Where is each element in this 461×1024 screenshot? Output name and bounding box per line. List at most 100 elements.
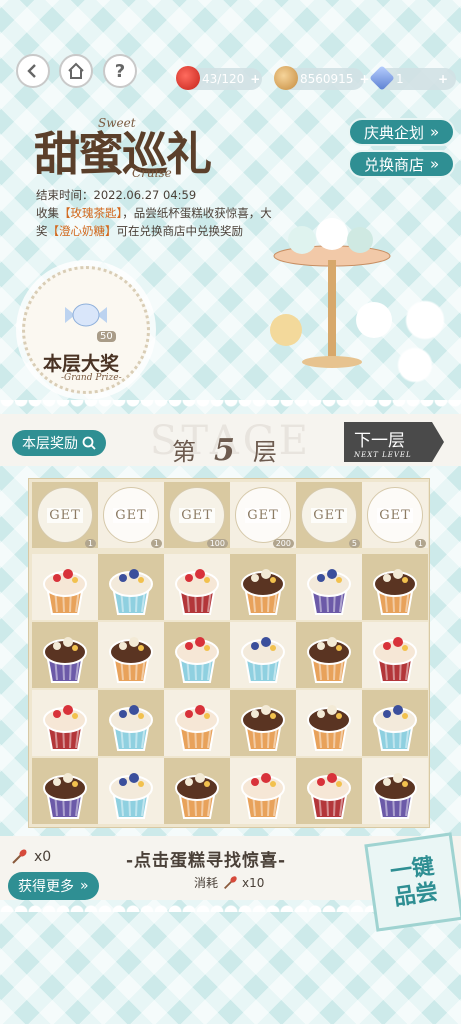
cupcake-strawberry-icon [373,637,417,683]
cupcake-blueberry-icon [109,569,153,615]
cupcake-cell[interactable] [98,758,164,824]
cupcake-chocolate-icon [307,705,351,751]
cupcake-strawberry-icon [175,569,219,615]
spoon-count: x0 [34,849,52,865]
one-click-taste-button[interactable]: 一键 品尝 [364,832,461,932]
next-level-label: 下一层 [354,431,405,451]
exchange-shop-button[interactable]: 兑换商店 » [348,150,456,178]
next-level-sub: NEXT LEVEL [354,451,412,459]
cupcake-strawberry-icon [175,637,219,683]
double-chevron-icon: » [80,878,89,894]
lace-border-top [0,400,461,414]
cupcake-cell[interactable] [32,622,98,688]
home-button[interactable] [59,54,93,88]
cupcake-cell[interactable] [362,690,428,756]
cupcake-cell[interactable] [296,554,362,620]
cupcake-cell[interactable] [296,690,362,756]
rose-spoon-highlight: 【玫瑰茶匙】 [59,206,123,220]
cupcake-cell[interactable] [164,690,230,756]
reward-cell: GET 5 [296,482,362,548]
crystal-icon [369,65,395,91]
cupcake-blueberry-icon [241,637,285,683]
apple-value: 43/120 [202,72,245,86]
stage-rewards-button[interactable]: 本层奖励 [12,430,106,456]
grand-prize-count: 50 [97,331,116,342]
cupcake-chocolate-icon [373,569,417,615]
cupcake-chocolate-icon [175,773,219,819]
double-chevron-icon: » [430,123,440,141]
cupcake-cell[interactable] [296,622,362,688]
stage-indicator: 第 5 层 [172,432,277,468]
cupcake-cell[interactable] [98,690,164,756]
cupcake-strawberry-icon [307,773,351,819]
cupcake-chocolate-icon [373,773,417,819]
cupcake-blueberry-icon [109,773,153,819]
back-arrow-icon [27,64,36,78]
reward-cell: GET 1 [32,482,98,548]
resource-apple[interactable]: 43/120 + [176,66,262,90]
cake-stand-illustration [270,218,392,368]
reward-bottle-blue-icon: GET [103,487,159,543]
cupcake-blueberry-icon [307,569,351,615]
celebration-button[interactable]: 庆典企划 » [348,118,456,146]
candy-highlight: 【澄心奶糖】 [47,224,117,238]
cupcake-cell[interactable] [98,554,164,620]
get-more-button[interactable]: 获得更多 » [8,872,99,900]
title-script-bottom: Cruise [132,166,172,180]
get-label: GET [245,507,281,523]
cupcake-cell[interactable] [164,554,230,620]
cupcake-cell[interactable] [230,690,296,756]
cupcake-chocolate-icon [109,637,153,683]
resource-coin[interactable]: 8560915 + [274,66,370,90]
get-more-label: 获得更多 [18,879,74,895]
reward-count: 1 [414,539,426,548]
end-time: 结束时间：2022.06.27 04:59 [36,188,197,202]
cupcake-cell[interactable] [32,758,98,824]
cupcake-chocolate-icon [43,773,87,819]
cupcake-cell[interactable] [98,622,164,688]
cupcake-chocolate-icon [241,569,285,615]
cupcake-cell[interactable] [164,622,230,688]
cupcake-strawberry-icon [43,569,87,615]
auto-label-2: 品尝 [392,878,440,911]
desc-part: 可在兑换商店中兑换奖励 [116,224,244,238]
cost-info: 消耗 x10 [194,874,264,891]
coin-value: 8560915 [300,72,354,86]
reward-count: 200 [272,539,294,548]
cupcake-cell[interactable] [296,758,362,824]
cupcake-cell[interactable] [362,554,428,620]
candy-icon [65,303,107,327]
reward-cell: GET 1 [98,482,164,548]
reward-bottle-icon: GET [37,487,93,543]
reward-count: 1 [84,539,96,548]
get-label: GET [377,507,413,523]
lace-decor-right [395,280,461,390]
cupcake-cell[interactable] [230,622,296,688]
cupcake-cell[interactable] [362,622,428,688]
cupcake-blueberry-icon [373,705,417,751]
grand-prize-badge[interactable]: 50 本层大奖 -Grand Prize- [22,266,150,394]
apple-plus-button[interactable]: + [250,72,260,86]
cupcake-cell[interactable] [164,758,230,824]
reward-cell: GET 200 [230,482,296,548]
next-level-button[interactable]: 下一层 NEXT LEVEL [344,422,444,462]
tap-cake-hint: -点击蛋糕寻找惊喜- [126,851,287,871]
cupcake-strawberry-icon [43,705,87,751]
cupcake-cell[interactable] [362,758,428,824]
reward-coin-icon: GET [235,487,291,543]
cupcake-cell[interactable] [230,758,296,824]
back-button[interactable] [16,54,50,88]
cupcake-blueberry-icon [109,705,153,751]
reward-coin-icon: GET [169,487,225,543]
double-chevron-icon: » [430,155,440,173]
reward-crystal-icon: GET [301,487,357,543]
event-title: 甜蜜巡礼 [34,127,212,181]
crystal-plus-button[interactable]: + [438,72,448,86]
home-icon [68,62,84,79]
cupcake-cell[interactable] [32,690,98,756]
cupcake-cell[interactable] [230,554,296,620]
coin-plus-button[interactable]: + [359,72,369,86]
resource-crystal[interactable]: 1 + [369,65,456,91]
cupcake-cell[interactable] [32,554,98,620]
help-button[interactable]: ? [103,54,137,88]
